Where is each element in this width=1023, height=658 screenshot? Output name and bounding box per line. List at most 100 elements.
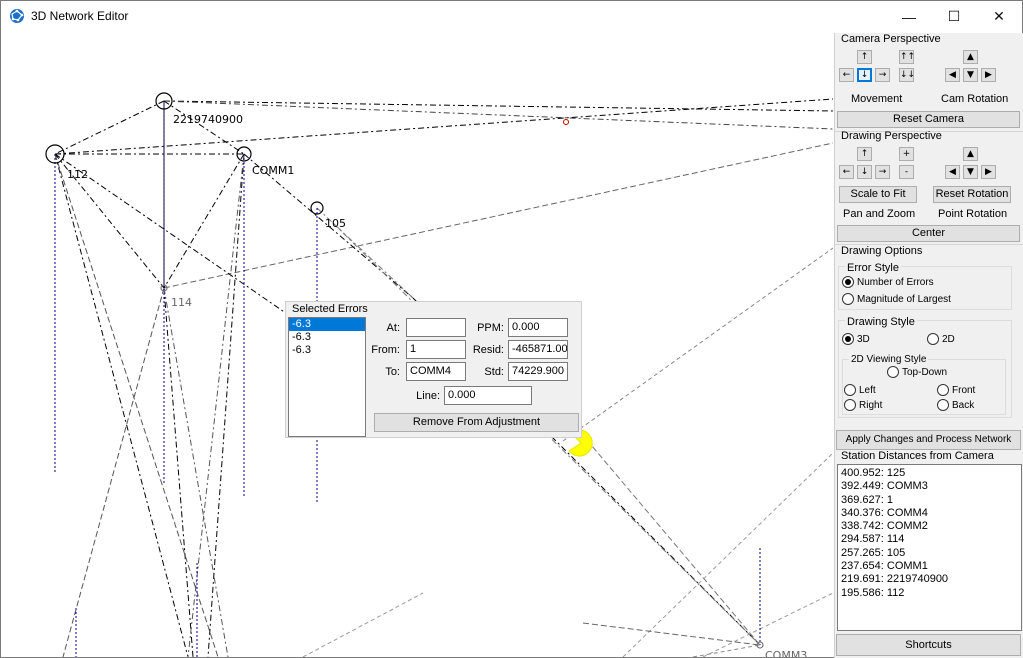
style-2d-radio[interactable]: 2D [927, 333, 955, 345]
shortcuts-button[interactable]: Shortcuts [836, 634, 1021, 656]
magnitude-of-largest-radio[interactable]: Magnitude of Largest [842, 293, 951, 305]
from-field[interactable]: 1 [406, 340, 466, 359]
error-style-group: Error Style Number of Errors Magnitude o… [838, 262, 1012, 310]
movement-label: Movement [851, 93, 903, 105]
resid-label: Resid: [472, 344, 504, 356]
drawing-options-title: Drawing Options [841, 245, 923, 257]
list-item[interactable]: 219.691: 2219740900 [838, 573, 1021, 586]
list-item[interactable]: 340.376: COMM4 [838, 507, 1021, 520]
center-button[interactable]: Center [837, 225, 1020, 242]
station-distances-title: Station Distances from Camera [841, 450, 994, 462]
observation-line [54, 153, 294, 319]
minimize-button[interactable]: — [886, 1, 932, 32]
pan-left-button[interactable]: ← [839, 165, 854, 179]
style-3d-label: 3D [857, 333, 870, 345]
close-button[interactable]: ✕ [976, 1, 1022, 32]
camera-down-fast-button[interactable]: ↓↓ [899, 68, 915, 82]
zoom-in-button[interactable]: + [899, 147, 914, 161]
list-item[interactable]: 294.587: 114 [838, 533, 1021, 546]
errors-list[interactable]: -6.3 -6.3 -6.3 [288, 317, 366, 437]
number-of-errors-radio[interactable]: Number of Errors [842, 276, 934, 288]
list-item[interactable]: 338.742: COMM2 [838, 520, 1021, 533]
pan-down-button[interactable]: ↓ [857, 165, 872, 179]
observation-line [163, 287, 194, 657]
pan-up-button[interactable]: ↑ [857, 147, 872, 161]
pan-and-zoom-label: Pan and Zoom [843, 208, 916, 220]
front-view-radio[interactable]: Front [937, 384, 975, 396]
radio-indicator [842, 333, 854, 345]
drawing-perspective-title: Drawing Perspective [841, 130, 942, 142]
apply-changes-button[interactable]: Apply Changes and Process Network [836, 430, 1021, 450]
network-globe-icon [10, 9, 24, 23]
pan-right-button[interactable]: → [875, 165, 890, 179]
reset-rotation-button[interactable]: Reset Rotation [933, 186, 1011, 203]
selected-errors-title: Selected Errors [292, 303, 368, 315]
point-rotate-right-button[interactable]: ▶ [981, 165, 996, 179]
list-item[interactable]: 392.449: COMM3 [838, 480, 1021, 493]
main-window: 3D Network Editor — ☐ ✕ 2219740900 112 C… [0, 0, 1023, 658]
scale-to-fit-button[interactable]: Scale to Fit [839, 186, 917, 203]
network-canvas[interactable]: 2219740900 112 COMM1 105 114 COMM3 Selec… [3, 33, 833, 657]
radio-indicator [844, 384, 856, 396]
viewing-style-title: 2D Viewing Style [849, 354, 929, 365]
station-label: COMM3 [765, 649, 808, 657]
error-item[interactable]: -6.3 [289, 318, 365, 331]
drawing-style-title: Drawing Style [845, 316, 917, 328]
drawing-style-group: Drawing Style 3D 2D 2D Viewing Style Top… [838, 316, 1012, 418]
radio-indicator [937, 399, 949, 411]
at-field[interactable] [406, 318, 466, 337]
reset-camera-button[interactable]: Reset Camera [837, 111, 1020, 128]
camera-left-button[interactable]: ← [839, 68, 854, 82]
ppm-field[interactable]: 0.000 [508, 318, 568, 337]
cam-rotate-right-button[interactable]: ▶ [981, 68, 996, 82]
cam-rotation-label: Cam Rotation [941, 93, 1009, 105]
point-rotate-left-button[interactable]: ◀ [945, 165, 960, 179]
top-down-label: Top-Down [902, 366, 948, 378]
cam-rotate-left-button[interactable]: ◀ [945, 68, 960, 82]
viewing-style-group: 2D Viewing Style Top-Down Left Front Rig… [842, 354, 1006, 415]
station-label: 2219740900 [173, 113, 243, 126]
error-style-title: Error Style [845, 262, 901, 274]
list-item[interactable]: 195.586: 112 [838, 587, 1021, 600]
observation-line [54, 98, 833, 155]
style-3d-radio[interactable]: 3D [842, 333, 870, 345]
observation-line [622, 452, 833, 657]
point-rotate-down-button[interactable]: ▼ [963, 165, 978, 179]
camera-up-fast-button[interactable]: ↑↑ [899, 50, 915, 64]
camera-up-button[interactable]: ↑ [857, 50, 872, 64]
observation-line [580, 432, 761, 646]
observation-line [702, 592, 833, 657]
back-view-label: Back [952, 399, 975, 411]
remove-from-adjustment-button[interactable]: Remove From Adjustment [374, 413, 579, 432]
list-item[interactable]: 400.952: 125 [838, 467, 1021, 480]
top-down-radio[interactable]: Top-Down [887, 366, 947, 378]
list-item[interactable]: 237.654: COMM1 [838, 560, 1021, 573]
std-field[interactable]: 74229.900 [508, 362, 568, 381]
observation-line [163, 100, 833, 112]
from-label: From: [371, 344, 400, 356]
radio-indicator [842, 293, 854, 305]
list-item[interactable]: 257.265: 105 [838, 547, 1021, 560]
zoom-out-button[interactable]: - [899, 165, 914, 179]
observation-line [163, 153, 245, 289]
line-field[interactable]: 0.000 [444, 386, 532, 405]
list-item[interactable]: 369.627: 1 [838, 494, 1021, 507]
back-view-radio[interactable]: Back [937, 399, 974, 411]
to-field[interactable]: COMM4 [406, 362, 466, 381]
cam-rotate-up-button[interactable]: ▲ [963, 50, 978, 64]
right-view-radio[interactable]: Right [844, 399, 882, 411]
point-rotate-up-button[interactable]: ▲ [963, 147, 978, 161]
camera-right-button[interactable]: → [875, 68, 890, 82]
style-2d-label: 2D [942, 333, 955, 345]
error-item[interactable]: -6.3 [289, 344, 365, 357]
left-view-radio[interactable]: Left [844, 384, 876, 396]
station-distances-list[interactable]: 400.952: 125 392.449: COMM3 369.627: 1 3… [837, 464, 1022, 631]
observation-line [187, 153, 245, 657]
error-item[interactable]: -6.3 [289, 331, 365, 344]
observation-line [562, 247, 833, 442]
to-label: To: [385, 366, 400, 378]
camera-down-button[interactable]: ↓ [857, 68, 872, 82]
maximize-button[interactable]: ☐ [931, 1, 977, 32]
cam-rotate-down-button[interactable]: ▼ [963, 68, 978, 82]
resid-field[interactable]: -465871.00 [508, 340, 568, 359]
